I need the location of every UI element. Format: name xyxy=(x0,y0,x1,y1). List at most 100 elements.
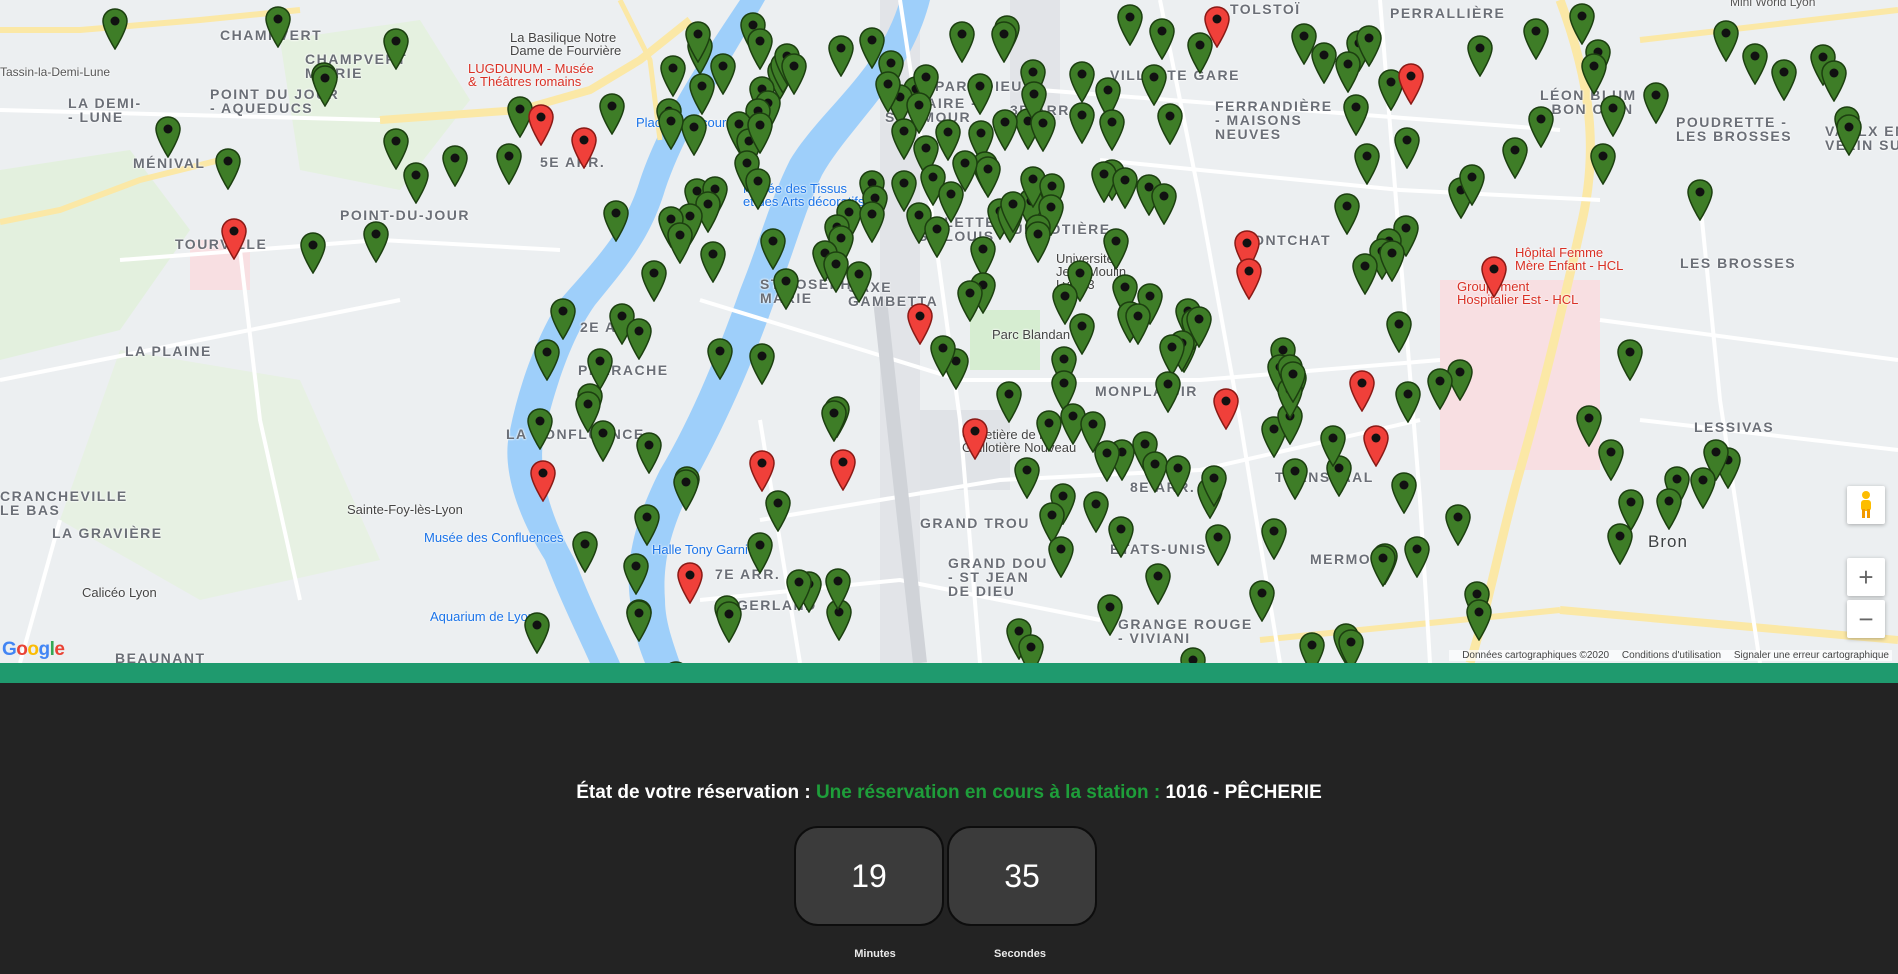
station-marker-red[interactable] xyxy=(1481,256,1507,299)
station-marker-green[interactable] xyxy=(1771,59,1797,102)
station-marker-green[interactable] xyxy=(930,335,956,378)
station-marker-green[interactable] xyxy=(1404,536,1430,579)
station-marker-green[interactable] xyxy=(707,338,733,381)
station-marker-green[interactable] xyxy=(1083,491,1109,534)
station-marker-green[interactable] xyxy=(1149,18,1175,61)
station-marker-green[interactable] xyxy=(102,8,128,51)
station-marker-green[interactable] xyxy=(1141,64,1167,107)
station-marker-green[interactable] xyxy=(1030,110,1056,153)
station-marker-green[interactable] xyxy=(1249,580,1275,623)
station-marker-green[interactable] xyxy=(363,221,389,264)
station-marker-green[interactable] xyxy=(603,200,629,243)
station-marker-green[interactable] xyxy=(1036,410,1062,453)
station-marker-green[interactable] xyxy=(641,260,667,303)
station-marker-green[interactable] xyxy=(1145,563,1171,606)
station-marker-green[interactable] xyxy=(859,201,885,244)
station-marker-green[interactable] xyxy=(938,181,964,224)
station-marker-green[interactable] xyxy=(1343,94,1369,137)
station-marker-green[interactable] xyxy=(992,109,1018,152)
station-marker-green[interactable] xyxy=(1151,183,1177,226)
station-marker-green[interactable] xyxy=(828,35,854,78)
station-marker-green[interactable] xyxy=(1097,594,1123,637)
station-marker-green[interactable] xyxy=(685,21,711,64)
station-marker-green[interactable] xyxy=(1112,167,1138,210)
station-marker-green[interactable] xyxy=(1467,35,1493,78)
station-marker-green[interactable] xyxy=(1445,504,1471,547)
station-marker-green[interactable] xyxy=(636,432,662,475)
station-marker-green[interactable] xyxy=(747,112,773,155)
station-marker-green[interactable] xyxy=(442,145,468,188)
station-marker-green[interactable] xyxy=(300,232,326,275)
zoom-out-button[interactable]: − xyxy=(1847,600,1885,638)
station-marker-green[interactable] xyxy=(1394,127,1420,170)
station-marker-green[interactable] xyxy=(1291,23,1317,66)
station-marker-green[interactable] xyxy=(1094,440,1120,483)
station-marker-green[interactable] xyxy=(1352,253,1378,296)
station-marker-green[interactable] xyxy=(1103,228,1129,271)
station-marker-green[interactable] xyxy=(215,148,241,191)
station-marker-green[interactable] xyxy=(660,55,686,98)
station-marker-green[interactable] xyxy=(403,162,429,205)
station-marker-green[interactable] xyxy=(1821,60,1847,103)
station-marker-green[interactable] xyxy=(1205,524,1231,567)
station-marker-green[interactable] xyxy=(673,469,699,512)
station-marker-green[interactable] xyxy=(1099,109,1125,152)
station-marker-red[interactable] xyxy=(962,418,988,461)
station-marker-red[interactable] xyxy=(1363,425,1389,468)
station-marker-green[interactable] xyxy=(1125,303,1151,346)
zoom-in-button[interactable]: + xyxy=(1847,558,1885,596)
station-marker-green[interactable] xyxy=(572,531,598,574)
station-marker-green[interactable] xyxy=(975,156,1001,199)
station-marker-green[interactable] xyxy=(626,600,652,643)
station-marker-green[interactable] xyxy=(760,228,786,271)
station-marker-green[interactable] xyxy=(1069,61,1095,104)
station-marker-red[interactable] xyxy=(677,562,703,605)
station-marker-green[interactable] xyxy=(825,568,851,611)
station-marker-green[interactable] xyxy=(1687,179,1713,222)
station-marker-green[interactable] xyxy=(1600,95,1626,138)
station-marker-green[interactable] xyxy=(773,268,799,311)
report-error-link[interactable]: Signaler une erreur cartographique xyxy=(1734,650,1889,661)
station-marker-green[interactable] xyxy=(846,261,872,304)
station-marker-red[interactable] xyxy=(1349,370,1375,413)
station-marker-green[interactable] xyxy=(1180,647,1206,663)
station-marker-green[interactable] xyxy=(700,241,726,284)
station-marker-green[interactable] xyxy=(710,53,736,96)
station-marker-green[interactable] xyxy=(155,116,181,159)
station-marker-green[interactable] xyxy=(1427,368,1453,411)
station-marker-green[interactable] xyxy=(626,318,652,361)
station-marker-green[interactable] xyxy=(550,298,576,341)
station-marker-green[interactable] xyxy=(716,601,742,644)
station-marker-green[interactable] xyxy=(1048,536,1074,579)
station-marker-green[interactable] xyxy=(1201,465,1227,508)
station-marker-green[interactable] xyxy=(1014,457,1040,500)
station-marker-green[interactable] xyxy=(534,339,560,382)
station-marker-green[interactable] xyxy=(1261,518,1287,561)
station-marker-red[interactable] xyxy=(749,450,775,493)
station-marker-green[interactable] xyxy=(1379,240,1405,283)
station-marker-green[interactable] xyxy=(1299,632,1325,663)
station-marker-green[interactable] xyxy=(745,168,771,211)
station-marker-green[interactable] xyxy=(957,280,983,323)
station-marker-green[interactable] xyxy=(906,92,932,135)
station-marker-green[interactable] xyxy=(781,53,807,96)
station-marker-green[interactable] xyxy=(527,408,553,451)
station-marker-green[interactable] xyxy=(821,400,847,443)
station-marker-green[interactable] xyxy=(1018,634,1044,663)
station-marker-green[interactable] xyxy=(623,553,649,596)
station-marker-green[interactable] xyxy=(747,532,773,575)
station-marker-green[interactable] xyxy=(634,504,660,547)
station-marker-green[interactable] xyxy=(1395,381,1421,424)
station-marker-green[interactable] xyxy=(1370,545,1396,588)
station-marker-green[interactable] xyxy=(1155,371,1181,414)
pegman-icon[interactable] xyxy=(1847,486,1885,524)
station-marker-green[interactable] xyxy=(1157,103,1183,146)
station-marker-green[interactable] xyxy=(265,6,291,49)
terms-link[interactable]: Conditions d'utilisation xyxy=(1622,650,1721,661)
station-marker-green[interactable] xyxy=(681,114,707,157)
station-marker-green[interactable] xyxy=(1656,488,1682,531)
station-marker-green[interactable] xyxy=(667,222,693,265)
station-marker-red[interactable] xyxy=(221,218,247,261)
station-marker-green[interactable] xyxy=(590,420,616,463)
station-marker-green[interactable] xyxy=(991,21,1017,64)
